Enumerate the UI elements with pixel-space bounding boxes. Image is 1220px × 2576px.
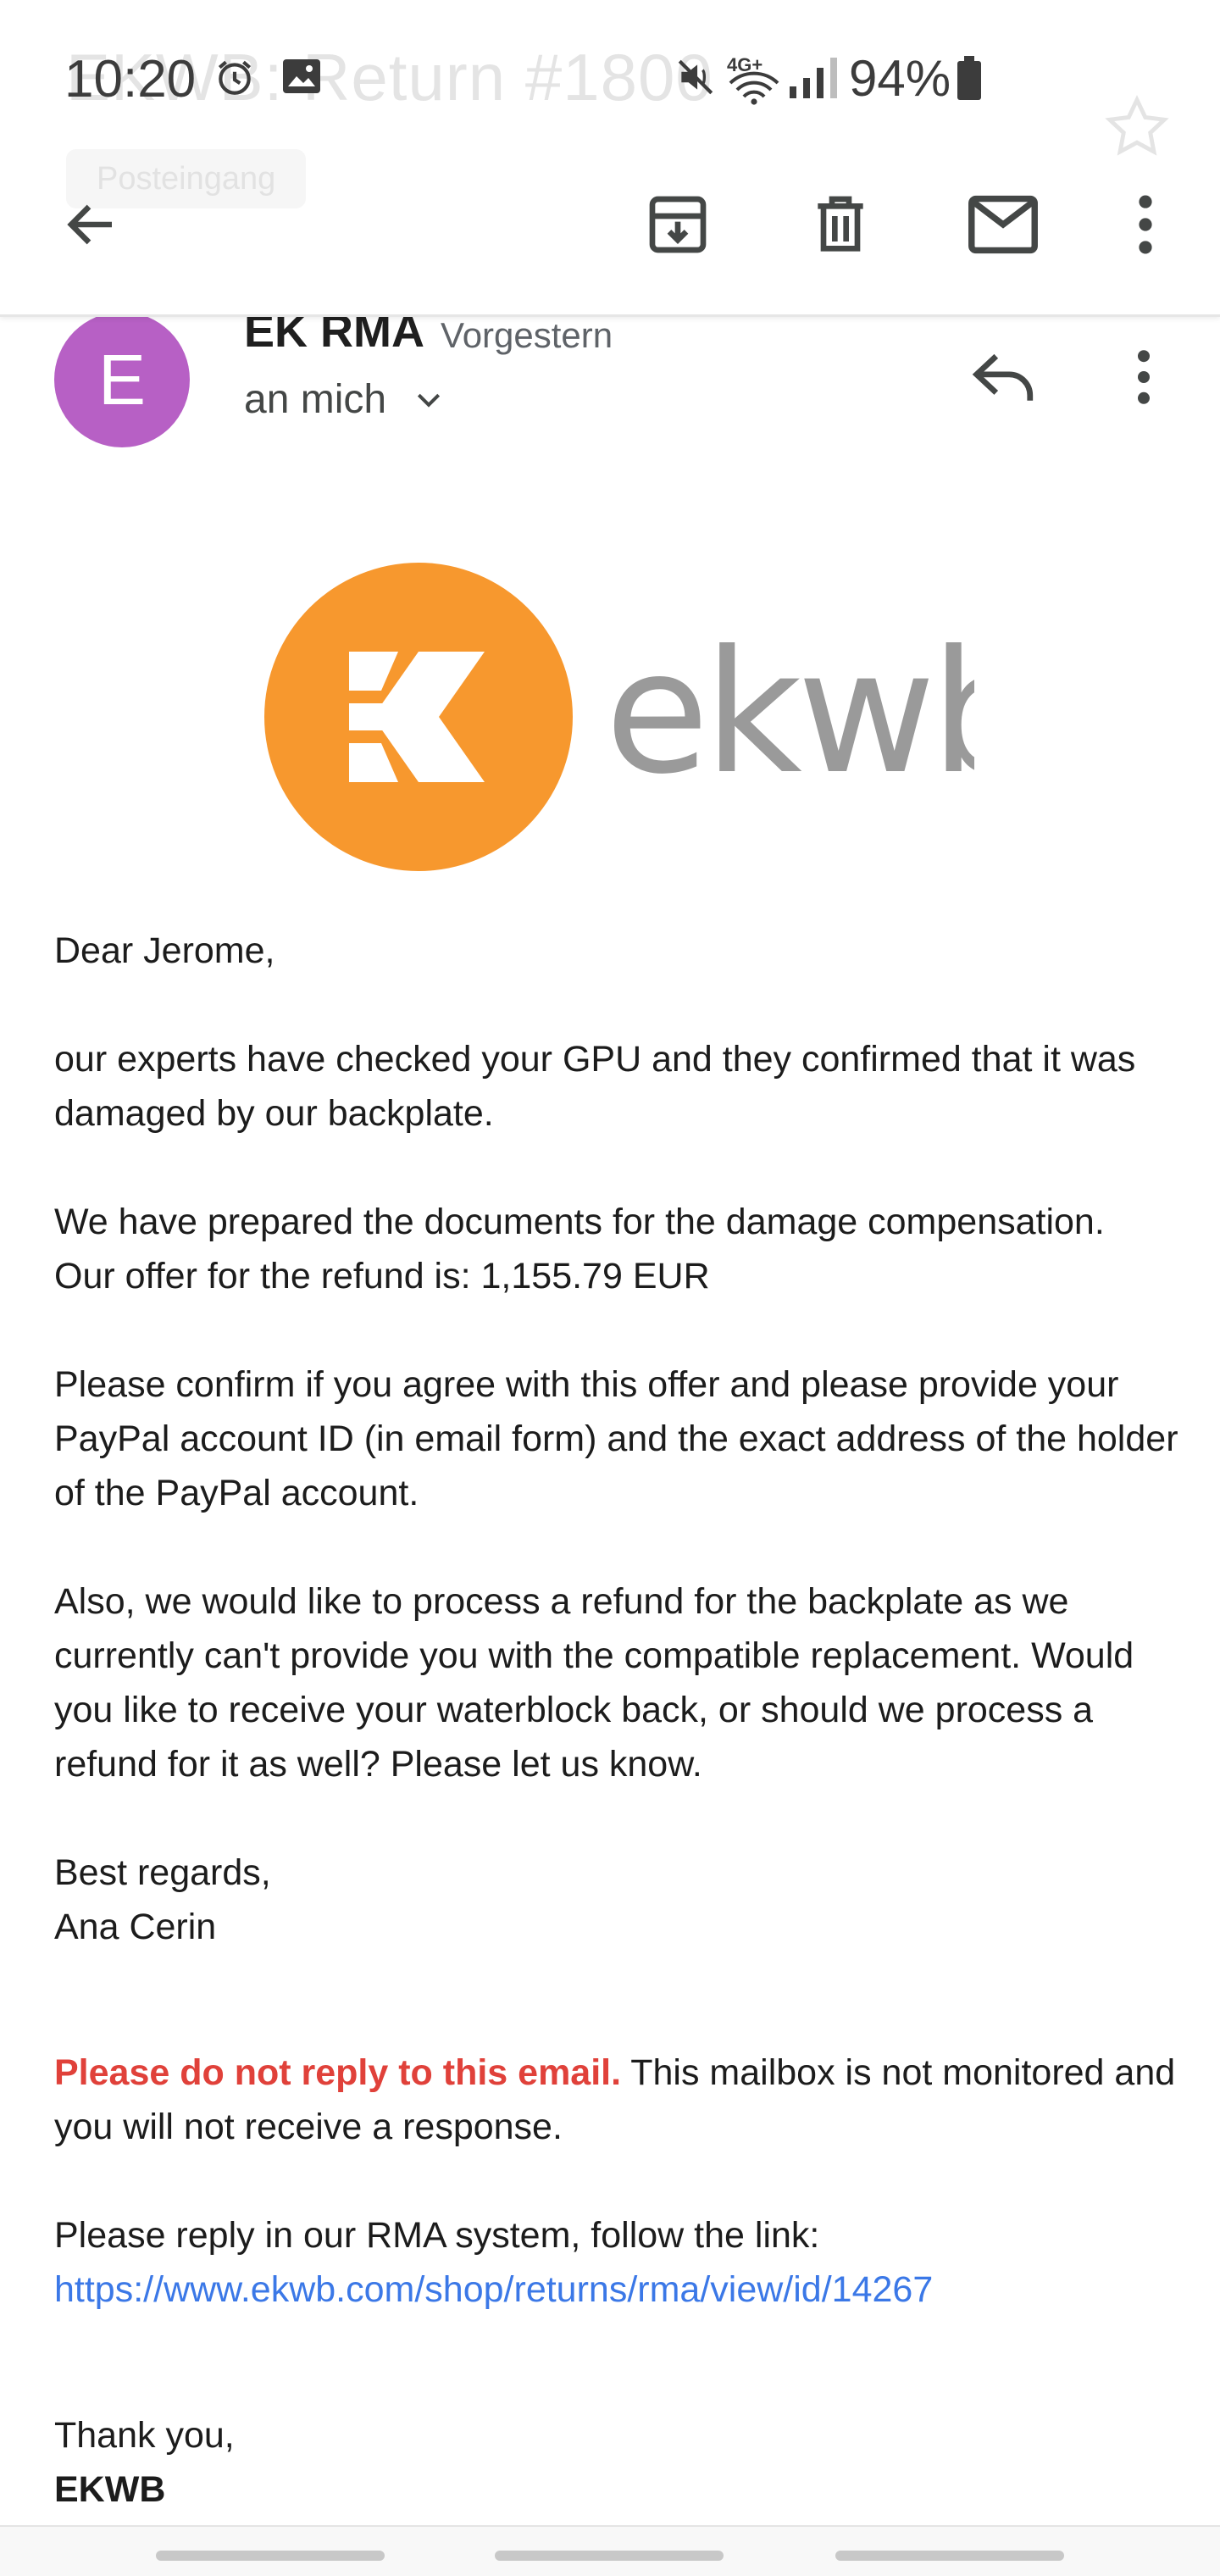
- chevron-down-icon: [417, 393, 441, 408]
- signer-name: Ana Cerin: [54, 1907, 217, 1947]
- message-more-button[interactable]: [1101, 330, 1186, 424]
- battery-icon: [957, 56, 981, 100]
- battery-percent: 94%: [849, 50, 951, 107]
- paragraph-backplate: Also, we would like to process a refund …: [54, 1581, 1134, 1785]
- signal-icon: [790, 58, 837, 98]
- no-reply-notice: Please do not reply to this email. This …: [54, 2046, 1181, 2154]
- back-arrow-icon: [67, 204, 112, 245]
- message-date: Vorgestern: [441, 315, 613, 355]
- paragraph-offer: We have prepared the documents for the d…: [54, 1195, 1181, 1303]
- alarm-icon: [218, 60, 252, 95]
- reply-icon: [972, 353, 1034, 401]
- scroll-indicator: [156, 2551, 385, 2561]
- delete-button[interactable]: [798, 182, 883, 267]
- no-reply-warning: Please do not reply to this email.: [54, 2052, 622, 2093]
- greeting: Dear Jerome,: [54, 930, 275, 971]
- ekwb-logo: ekwb: [264, 563, 974, 871]
- company-name: EKWB: [54, 2469, 166, 2510]
- top-app-bar: EKWB: Return #1800 Posteingang 10:20 4G+: [0, 0, 1220, 317]
- reply-instructions: Please reply in our RMA system, follow t…: [54, 2215, 820, 2256]
- status-bar: 10:20 4G+ 94%: [0, 0, 1220, 161]
- archive-icon: [649, 196, 707, 253]
- delete-icon: [818, 196, 863, 252]
- image-icon: [283, 59, 320, 93]
- offer-line-2: Our offer for the refund is: 1,155.79 EU…: [54, 1256, 710, 1296]
- bottom-bar: [0, 2525, 1220, 2576]
- reply-button[interactable]: [957, 330, 1051, 424]
- ekwb-wordmark: ekwb: [605, 614, 974, 812]
- scroll-indicator: [835, 2551, 1064, 2561]
- thanks: Thank you,: [54, 2415, 235, 2456]
- more-vert-icon: [1139, 195, 1152, 254]
- more-vert-icon: [1138, 350, 1150, 404]
- reply-instructions-block: Please reply in our RMA system, follow t…: [54, 2208, 1181, 2317]
- status-time: 10:20: [64, 50, 197, 108]
- recipient-label: an mich: [244, 377, 387, 422]
- more-options-button[interactable]: [1105, 182, 1186, 267]
- message-body: Dear Jerome, our experts have checked yo…: [54, 924, 1181, 2517]
- mark-unread-button[interactable]: [961, 182, 1045, 267]
- signature: Best regards, Ana Cerin: [54, 1846, 1181, 1954]
- wifi-icon: [729, 71, 779, 105]
- sender-avatar[interactable]: E: [54, 312, 190, 447]
- archive-button[interactable]: [635, 182, 720, 267]
- paragraph-confirm: Please confirm if you agree with this of…: [54, 1364, 1178, 1513]
- scroll-indicator: [495, 2551, 724, 2561]
- back-button[interactable]: [49, 182, 134, 267]
- paragraph-damage: our experts have checked your GPU and th…: [54, 1039, 1136, 1134]
- closing: Thank you, EKWB: [54, 2408, 1181, 2517]
- mute-icon: [678, 59, 713, 95]
- recipient-toggle[interactable]: an mich: [244, 376, 446, 423]
- offer-line-1: We have prepared the documents for the d…: [54, 1202, 1105, 1242]
- rma-link[interactable]: https://www.ekwb.com/shop/returns/rma/vi…: [54, 2269, 933, 2310]
- regards: Best regards,: [54, 1852, 271, 1893]
- mark-unread-icon: [968, 195, 1038, 254]
